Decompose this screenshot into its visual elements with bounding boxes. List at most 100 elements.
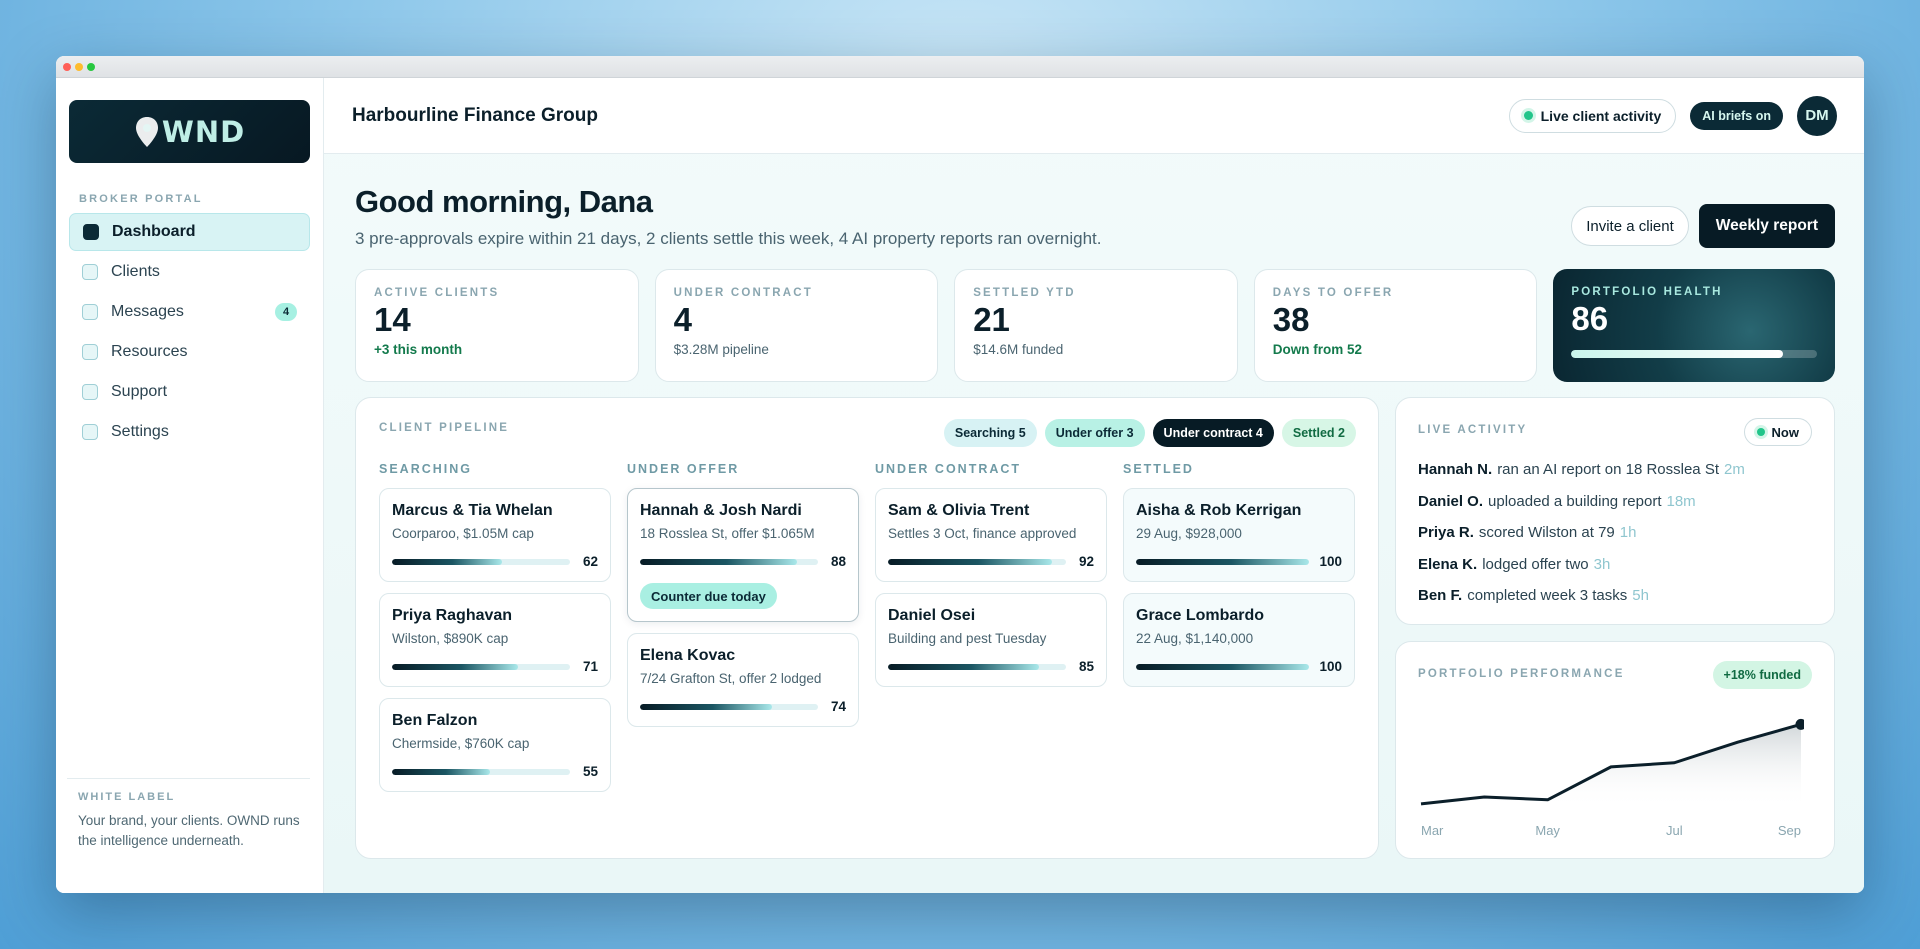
activity-actor: Hannah N.: [1418, 461, 1493, 479]
score-bar-track: [392, 768, 570, 775]
client-card[interactable]: Daniel Osei Building and pest Tuesday 85: [875, 593, 1107, 687]
filter-searching[interactable]: Searching 5: [943, 419, 1037, 447]
top-bar: Harbourline Finance Group Live client ac…: [324, 78, 1864, 154]
header-actions: Invite a client Weekly report: [1571, 204, 1835, 248]
client-card[interactable]: Grace Lombardo 22 Aug, $1,140,000 100: [1123, 593, 1355, 687]
sidebar-item-messages[interactable]: Messages 4: [69, 293, 310, 331]
kpi-label: PORTFOLIO HEALTH: [1571, 286, 1723, 298]
messages-icon: [82, 304, 98, 320]
sidebar-item-resources[interactable]: Resources: [69, 333, 310, 371]
column-settled: SETTLED Aisha & Rob Kerrigan 29 Aug, $92…: [1123, 462, 1355, 803]
minimize-window-button[interactable]: [75, 62, 83, 71]
kpi-value: 38: [1272, 301, 1310, 338]
score-bar-fill: [392, 558, 503, 565]
score-bar-fill: [888, 558, 1052, 565]
now-filter-button[interactable]: Now: [1743, 418, 1812, 446]
now-label: Now: [1771, 424, 1799, 440]
activity-item[interactable]: Elena K. lodged offer two 3h: [1418, 549, 1812, 581]
kpi-card-active-clients[interactable]: ACTIVE CLIENTS 14 +3 this month: [355, 269, 639, 382]
sidebar-item-support[interactable]: Support: [69, 373, 310, 411]
unread-count-badge: 4: [275, 303, 297, 321]
activity-item[interactable]: Daniel O. uploaded a building report 18m: [1418, 486, 1812, 518]
client-card[interactable]: Elena Kovac 7/24 Grafton St, offer 2 lod…: [627, 633, 859, 727]
filter-under-contract[interactable]: Under contract 4: [1152, 419, 1274, 447]
support-icon: [82, 384, 98, 400]
kpi-card-settled-ytd[interactable]: SETTLED YTD 21 $14.6M funded: [954, 269, 1238, 382]
sidebar-item-label: Clients: [111, 263, 160, 280]
client-name: Hannah & Josh Nardi: [640, 502, 802, 519]
score-value: 85: [1078, 659, 1094, 674]
activity-actor: Elena K.: [1418, 555, 1478, 573]
score-row: 100: [1136, 554, 1342, 569]
client-detail: 7/24 Grafton St, offer 2 lodged: [640, 671, 822, 686]
sidebar-item-label: Settings: [111, 423, 169, 440]
score-bar-fill: [392, 768, 490, 775]
x-tick-label: Mar: [1421, 823, 1444, 838]
kpi-sub: $3.28M pipeline: [673, 342, 769, 357]
activity-item[interactable]: Priya R. scored Wilston at 79 1h: [1418, 517, 1812, 549]
client-card[interactable]: Priya Raghavan Wilston, $890K cap 71: [379, 593, 611, 687]
title-bar: [56, 56, 1864, 78]
client-detail: Coorparoo, $1.05M cap: [392, 526, 534, 541]
score-row: 62: [392, 554, 598, 569]
client-card[interactable]: Ben Falzon Chermside, $760K cap 55: [379, 698, 611, 792]
dashboard-icon: [83, 224, 99, 240]
sidebar-item-dashboard[interactable]: Dashboard: [69, 213, 310, 251]
score-bar-track: [888, 663, 1066, 670]
kpi-card-portfolio-health[interactable]: PORTFOLIO HEALTH 86: [1553, 269, 1835, 382]
kpi-card-under-contract[interactable]: UNDER CONTRACT 4 $3.28M pipeline: [654, 269, 939, 382]
close-window-button[interactable]: [63, 62, 71, 71]
score-bar-fill: [392, 663, 519, 670]
client-detail: 29 Aug, $928,000: [1136, 526, 1242, 541]
kpi-card-days-to-offer[interactable]: DAYS TO OFFER 38 Down from 52: [1253, 269, 1538, 382]
user-avatar[interactable]: DM: [1797, 95, 1837, 136]
client-name: Ben Falzon: [392, 712, 478, 729]
brand-logo[interactable]: WND: [69, 100, 310, 163]
activity-action: uploaded a building report: [1488, 492, 1662, 510]
kpi-label: DAYS TO OFFER: [1272, 287, 1394, 299]
sidebar-item-clients[interactable]: Clients: [69, 253, 310, 291]
column-under-contract: UNDER CONTRACT Sam & Olivia Trent Settle…: [875, 462, 1107, 803]
live-activity-toggle[interactable]: Live client activity: [1508, 98, 1677, 133]
client-name: Grace Lombardo: [1136, 607, 1265, 624]
score-row: 85: [888, 659, 1094, 674]
kpi-value: 14: [374, 301, 411, 338]
score-bar-track: [1136, 558, 1310, 565]
kpi-sub: $14.6M funded: [973, 342, 1064, 357]
maximize-window-button[interactable]: [87, 62, 95, 71]
kpi-label: UNDER CONTRACT: [673, 287, 813, 299]
weekly-report-button[interactable]: Weekly report: [1698, 204, 1835, 248]
sidebar-nav: Dashboard Clients Messages 4 Resources S…: [69, 213, 310, 451]
client-card[interactable]: Marcus & Tia Whelan Coorparoo, $1.05M ca…: [379, 488, 611, 582]
client-card[interactable]: Hannah & Josh Nardi 18 Rosslea St, offer…: [627, 488, 859, 622]
funded-change-badge: +18% funded: [1712, 661, 1812, 689]
filter-settled[interactable]: Settled 2: [1281, 419, 1356, 447]
clients-icon: [82, 264, 98, 280]
filter-under-offer[interactable]: Under offer 3: [1044, 419, 1145, 447]
sidebar: WND BROKER PORTAL Dashboard Clients Mess…: [56, 78, 324, 893]
portfolio-performance-panel: PORTFOLIO PERFORMANCE +18% funded Mar May…: [1395, 641, 1835, 859]
client-card[interactable]: Aisha & Rob Kerrigan 29 Aug, $928,000 10…: [1123, 488, 1355, 582]
client-detail: Chermside, $760K cap: [392, 736, 530, 751]
ai-briefs-toggle[interactable]: AI briefs on: [1690, 101, 1783, 130]
score-bar-track: [392, 663, 570, 670]
task-due-badge[interactable]: Counter due today: [640, 583, 777, 609]
score-bar-track: [640, 558, 818, 565]
score-bar-track: [888, 558, 1066, 565]
score-value: 100: [1319, 554, 1342, 569]
x-tick-label: Sep: [1778, 823, 1801, 838]
kpi-value: 86: [1571, 300, 1609, 337]
activity-item[interactable]: Ben F. completed week 3 tasks 5h: [1418, 580, 1812, 612]
client-card[interactable]: Sam & Olivia Trent Settles 3 Oct, financ…: [875, 488, 1107, 582]
score-value: 55: [582, 764, 598, 779]
score-bar-track: [392, 558, 570, 565]
invite-client-button[interactable]: Invite a client: [1571, 206, 1689, 246]
score-value: 100: [1319, 659, 1342, 674]
column-title: SETTLED: [1123, 462, 1194, 476]
client-detail: Wilston, $890K cap: [392, 631, 509, 646]
sidebar-item-settings[interactable]: Settings: [69, 413, 310, 451]
score-bar-fill: [1136, 558, 1310, 565]
client-name: Elena Kovac: [640, 647, 736, 664]
score-value: 92: [1078, 554, 1094, 569]
activity-item[interactable]: Hannah N. ran an AI report on 18 Rosslea…: [1418, 454, 1812, 486]
